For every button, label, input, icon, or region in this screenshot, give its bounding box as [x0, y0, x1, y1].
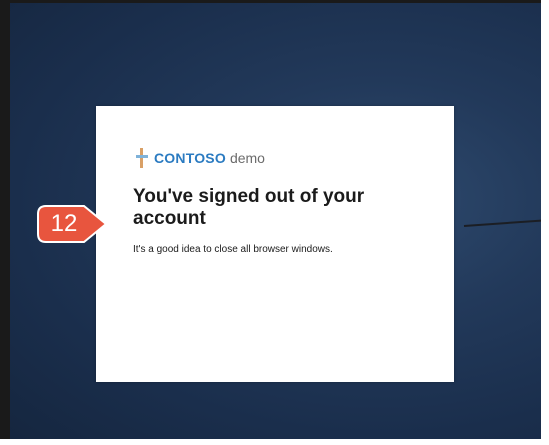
- step-number-badge: 12: [36, 204, 110, 244]
- brand-header: CONTOSO demo: [136, 148, 265, 168]
- sign-out-dialog: CONTOSO demo You've signed out of your a…: [96, 106, 454, 382]
- brand-suffix: demo: [229, 150, 265, 166]
- step-number: 12: [50, 210, 78, 237]
- background-wire: [463, 216, 541, 227]
- page-title: You've signed out of your account: [133, 186, 365, 229]
- contoso-logo-icon: [136, 148, 148, 168]
- signout-message: It's a good idea to close all browser wi…: [133, 244, 333, 255]
- brand-name: CONTOSO: [154, 150, 226, 166]
- bottom-border-strip: [0, 439, 549, 445]
- right-border-strip: [541, 0, 549, 445]
